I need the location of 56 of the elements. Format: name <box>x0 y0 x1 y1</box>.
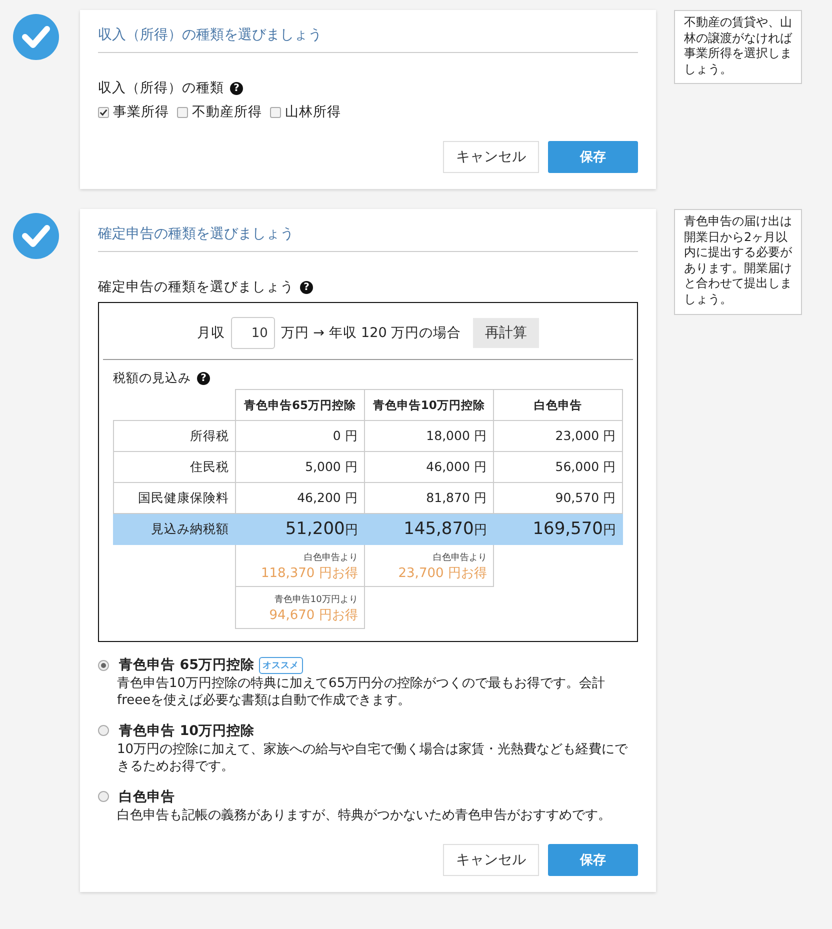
unit-text: 円 <box>474 523 487 538</box>
option-title: 青色申告 65万円控除 <box>119 656 254 674</box>
column-header: 白色申告 <box>493 390 622 420</box>
cancel-button[interactable]: キャンセル <box>443 844 539 876</box>
option-title: 青色申告 10万円控除 <box>119 722 254 740</box>
savings-amount: 94,670 円お得 <box>268 607 358 624</box>
radio-button[interactable] <box>98 791 109 802</box>
option-description: 10万円の控除に加えて、家族への給与や自宅で働く場合は家賃・光熱費なども経費にできるためお得です。 <box>116 742 629 776</box>
help-icon[interactable]: ? <box>230 82 243 94</box>
checkbox-label: 山林所得 <box>285 103 341 121</box>
checkbox[interactable] <box>98 106 109 118</box>
radio-button[interactable] <box>98 725 109 736</box>
help-icon[interactable]: ? <box>197 372 210 385</box>
table-cell: 46,000 円 <box>364 452 494 482</box>
table-cell: 23,000 円 <box>493 420 622 452</box>
cancel-button[interactable]: キャンセル <box>443 141 539 173</box>
savings-amount: 23,700 円お得 <box>397 565 487 582</box>
row-label: 所得税 <box>114 420 236 452</box>
total-label: 見込み納税額 <box>114 514 236 544</box>
total-amount: 169,570 <box>532 519 603 539</box>
savings-caption: 青色申告10万円より <box>273 594 358 606</box>
estimate-label: 税額の見込み <box>113 370 191 387</box>
monthly-income-field[interactable]: 10 <box>230 317 275 349</box>
column-header: 青色申告65万円控除 <box>236 390 364 420</box>
option-description: 白色申告も記帳の義務がありますが、特典がつかないため青色申告がおすすめです。 <box>116 808 612 824</box>
savings-caption: 白色申告より <box>432 552 487 564</box>
monthly-label: 月収 <box>196 324 225 342</box>
checkbox[interactable] <box>270 106 281 118</box>
table-cell: 5,000 円 <box>236 452 364 482</box>
unit-text: 円 <box>344 523 358 538</box>
field-label: 確定申告の種類を選びましょう <box>98 278 294 296</box>
field-label: 収入（所得）の種類 <box>98 79 224 97</box>
tooltip: 青色申告の届け出は開業日から2ヶ月以内に提出する必要があります。開業届けと合わせて提出しましょう。 <box>674 209 802 315</box>
unit-text: 円 <box>603 523 616 538</box>
savings-amount: 118,370 円お得 <box>260 565 358 582</box>
table-cell: 56,000 円 <box>493 452 622 482</box>
recommended-badge: オススメ <box>258 656 302 674</box>
help-icon[interactable]: ? <box>300 280 313 294</box>
row-label: 住民税 <box>114 452 236 482</box>
radio-button[interactable] <box>98 660 109 670</box>
table-cell: 0 円 <box>236 420 364 452</box>
table-cell: 18,000 円 <box>364 420 494 452</box>
checkbox-label: 事業所得 <box>113 103 169 121</box>
column-header: 青色申告10万円控除 <box>364 390 494 420</box>
section-title: 収入（所得）の種類を選びましょう <box>98 26 323 45</box>
recalculate-button[interactable]: 再計算 <box>473 318 540 348</box>
checkbox-label: 不動産所得 <box>192 103 262 121</box>
section-title: 確定申告の種類を選びましょう <box>98 225 295 244</box>
checkbox[interactable] <box>177 106 188 118</box>
option-description: 青色申告10万円控除の特典に加えて65万円分の控除がつくので最もお得です。会計freeeを使えば必要な書類は自動で作成できます。 <box>116 676 606 710</box>
annual-text: 万円 → 年収 120 万円の場合 <box>280 324 462 342</box>
option-title: 白色申告 <box>119 788 175 806</box>
total-amount: 145,870 <box>404 519 474 539</box>
total-amount: 51,200 <box>285 519 345 539</box>
savings-caption: 白色申告より <box>302 552 358 564</box>
tooltip: 不動産の賃貸や、山林の譲渡がなければ事業所得を選択しましょう。 <box>674 10 802 84</box>
